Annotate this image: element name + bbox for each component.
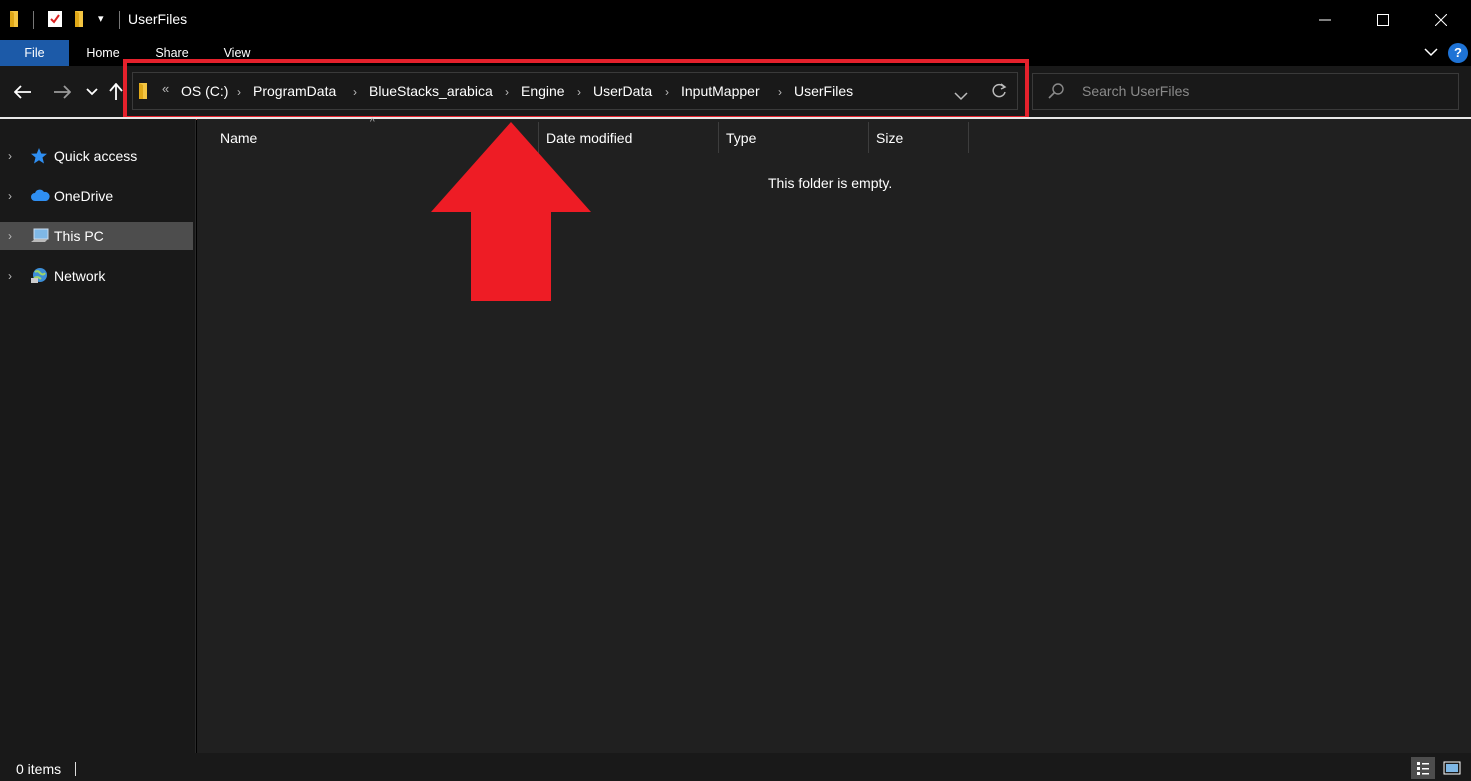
back-arrow-icon <box>14 85 31 99</box>
address-bar-highlight <box>123 59 1029 120</box>
new-folder-icon[interactable] <box>74 10 88 31</box>
tab-file[interactable]: File <box>0 40 69 66</box>
expand-chevron-right-icon[interactable]: › <box>8 189 12 203</box>
up-arrow-icon <box>109 83 123 100</box>
details-view-button[interactable] <box>1411 757 1435 779</box>
column-header-type[interactable]: Type <box>726 130 756 146</box>
file-list[interactable] <box>197 119 1471 753</box>
tab-home[interactable]: Home <box>80 40 126 66</box>
maximize-icon <box>1377 14 1389 26</box>
folder-icon <box>9 10 23 31</box>
sort-ascending-icon: ^ <box>370 117 375 128</box>
forward-arrow-icon <box>54 85 71 99</box>
search-icon <box>1047 82 1065 103</box>
empty-folder-message: This folder is empty. <box>768 175 893 191</box>
close-icon <box>1435 14 1447 26</box>
nav-item-label: Quick access <box>54 148 138 164</box>
nav-item-onedrive[interactable]: › OneDrive <box>0 182 193 210</box>
minimize-button[interactable] <box>1296 0 1354 40</box>
large-icons-view-button[interactable] <box>1440 757 1464 779</box>
maximize-button[interactable] <box>1354 0 1412 40</box>
details-view-icon <box>1417 762 1429 775</box>
large-icons-view-icon <box>1443 761 1461 775</box>
annotation-arrow-up-icon <box>431 122 591 301</box>
nav-item-label: Network <box>54 268 106 284</box>
nav-item-label: OneDrive <box>54 188 114 204</box>
chevron-down-icon <box>86 88 98 96</box>
divider <box>119 11 120 29</box>
search-placeholder: Search UserFiles <box>1082 83 1190 99</box>
up-button[interactable] <box>108 80 124 104</box>
forward-button[interactable] <box>51 80 73 104</box>
status-bar <box>0 753 1471 781</box>
item-count: 0 items <box>16 761 62 777</box>
computer-icon <box>30 227 49 245</box>
title-bar: ▾ UserFiles <box>0 0 1471 40</box>
column-divider[interactable] <box>968 122 969 153</box>
customize-quick-access-chevron-down-icon[interactable]: ▾ <box>98 12 104 25</box>
nav-item-quick-access[interactable]: › Quick access <box>0 142 193 170</box>
expand-chevron-right-icon[interactable]: › <box>8 269 12 283</box>
recent-locations-button[interactable] <box>85 80 99 104</box>
star-icon <box>30 147 48 165</box>
divider <box>75 762 76 776</box>
help-button[interactable]: ? <box>1448 43 1468 63</box>
nav-item-label: This PC <box>54 228 104 244</box>
nav-item-network[interactable]: › Network <box>0 262 193 290</box>
expand-chevron-right-icon[interactable]: › <box>8 229 12 243</box>
column-header-size[interactable]: Size <box>876 130 903 146</box>
expand-chevron-right-icon[interactable]: › <box>8 149 12 163</box>
cloud-icon <box>30 187 50 205</box>
close-button[interactable] <box>1412 0 1470 40</box>
column-header-name[interactable]: Name <box>220 130 257 146</box>
network-icon <box>30 267 48 285</box>
minimize-icon <box>1319 19 1331 21</box>
column-divider[interactable] <box>868 122 869 153</box>
nav-item-this-pc[interactable]: › This PC <box>0 222 193 250</box>
column-divider[interactable] <box>718 122 719 153</box>
window-title: UserFiles <box>128 11 188 27</box>
properties-icon[interactable] <box>47 10 63 31</box>
navigation-pane: › Quick access › OneDrive › This PC › Ne… <box>0 119 196 753</box>
divider <box>33 11 34 29</box>
back-button[interactable] <box>12 80 34 104</box>
expand-ribbon-chevron-down-icon[interactable] <box>1424 44 1438 60</box>
